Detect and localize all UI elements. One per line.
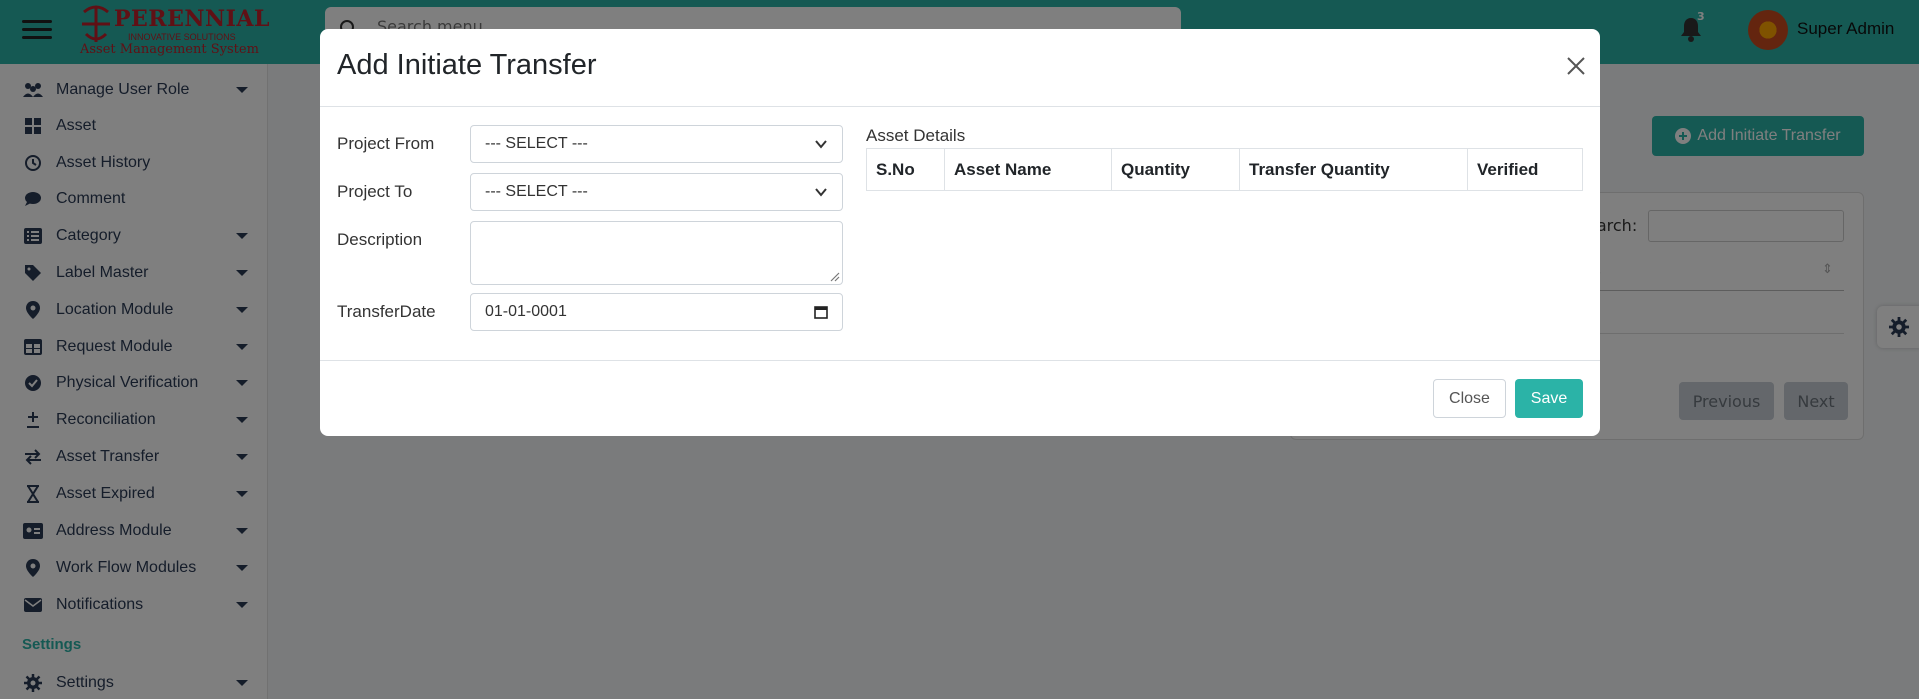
asset-details-table: S.No Asset Name Quantity Transfer Quanti…	[866, 148, 1583, 191]
description-textarea[interactable]	[470, 221, 843, 285]
project-from-label: Project From	[337, 134, 435, 153]
table-header-verified: Verified	[1477, 159, 1539, 179]
chevron-down-icon	[815, 188, 827, 197]
transfer-date-value: 01-01-0001	[485, 303, 567, 320]
table-header-sno: S.No	[867, 149, 945, 190]
modal-header: Add Initiate Transfer	[320, 29, 1600, 107]
resize-grip-icon[interactable]	[830, 272, 840, 282]
add-initiate-transfer-modal: Add Initiate Transfer Project From --- S…	[320, 29, 1600, 436]
chevron-down-icon	[815, 140, 827, 149]
close-button[interactable]: Close	[1433, 379, 1506, 418]
modal-title: Add Initiate Transfer	[337, 49, 597, 81]
project-from-value: --- SELECT ---	[485, 135, 588, 152]
project-to-select[interactable]: --- SELECT ---	[470, 173, 843, 211]
project-to-label: Project To	[337, 182, 413, 201]
project-to-value: --- SELECT ---	[485, 183, 588, 200]
description-label: Description	[337, 230, 423, 249]
table-header-asset-name: Asset Name	[945, 149, 1112, 190]
close-icon[interactable]	[1563, 53, 1589, 79]
save-button[interactable]: Save	[1515, 379, 1583, 418]
calendar-icon[interactable]	[814, 305, 828, 319]
table-header-quantity: Quantity	[1112, 149, 1240, 190]
transfer-date-label: TransferDate	[337, 302, 436, 321]
asset-details-title: Asset Details	[866, 126, 966, 145]
project-from-select[interactable]: --- SELECT ---	[470, 125, 843, 163]
transfer-date-input[interactable]: 01-01-0001	[470, 293, 843, 331]
modal-footer-divider	[320, 360, 1600, 361]
table-header-transfer-quantity: Transfer Quantity	[1240, 149, 1468, 190]
